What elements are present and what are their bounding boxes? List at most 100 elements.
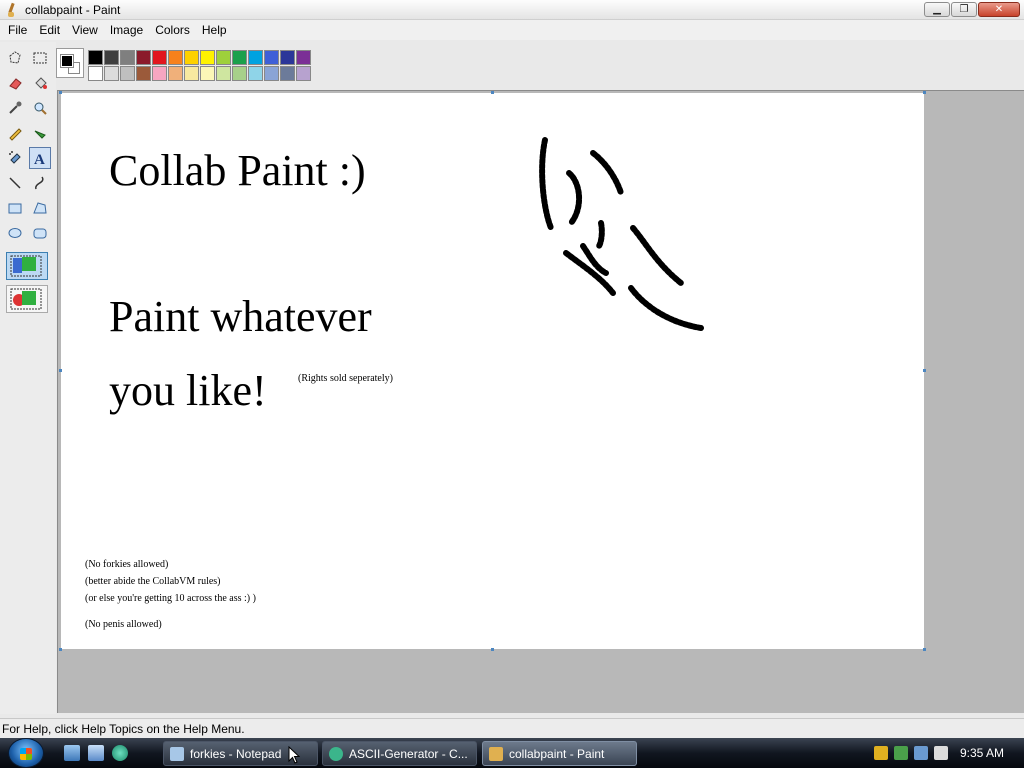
- mouse-cursor-icon: [288, 746, 300, 764]
- color-swatch[interactable]: [232, 50, 247, 65]
- transparent-option[interactable]: [6, 285, 48, 313]
- task-paint[interactable]: collabpaint - Paint: [482, 741, 637, 766]
- status-bar: For Help, click Help Topics on the Help …: [0, 718, 1024, 738]
- minimize-button[interactable]: ▁: [924, 2, 950, 17]
- drawing-canvas[interactable]: Collab Paint :) Paint whatever you like!…: [61, 93, 924, 649]
- menu-view[interactable]: View: [66, 23, 104, 37]
- color-swatch[interactable]: [264, 50, 279, 65]
- paint-app-icon: [5, 3, 19, 17]
- color-picker-icon[interactable]: [4, 97, 26, 119]
- menu-edit[interactable]: Edit: [33, 23, 66, 37]
- canvas-airbrush-drawing: [539, 137, 704, 331]
- color-swatch[interactable]: [168, 50, 183, 65]
- color-swatch[interactable]: [120, 50, 135, 65]
- task-label: collabpaint - Paint: [509, 746, 605, 761]
- color-swatch[interactable]: [200, 50, 215, 65]
- polygon-icon[interactable]: [29, 197, 51, 219]
- window-controls: ▁ ❐ ✕: [924, 2, 1020, 17]
- current-colors[interactable]: [56, 48, 84, 78]
- system-tray: 9:35 AM: [874, 738, 1024, 768]
- curve-icon[interactable]: [29, 172, 51, 194]
- canvas-handle[interactable]: [923, 91, 926, 94]
- canvas-handle[interactable]: [59, 91, 62, 94]
- notepad-icon: [170, 746, 184, 761]
- rect-select-icon[interactable]: [29, 47, 51, 69]
- color-swatch[interactable]: [184, 66, 199, 81]
- brush-icon[interactable]: [29, 122, 51, 144]
- window-title: collabpaint - Paint: [25, 2, 121, 17]
- volume-icon[interactable]: [934, 746, 948, 760]
- menu-file[interactable]: File: [2, 23, 33, 37]
- color-swatch[interactable]: [136, 66, 151, 81]
- show-desktop-icon[interactable]: [64, 745, 80, 761]
- foreground-color[interactable]: [60, 54, 74, 68]
- rectangle-icon[interactable]: [4, 197, 26, 219]
- canvas-note4-text: (No penis allowed): [85, 619, 162, 630]
- canvas-handle[interactable]: [923, 369, 926, 372]
- menu-help[interactable]: Help: [196, 23, 233, 37]
- title-bar: collabpaint - Paint ▁ ❐ ✕: [0, 0, 1024, 20]
- color-swatch[interactable]: [104, 66, 119, 81]
- paint-app-icon: [489, 746, 503, 761]
- canvas-note1-text: (No forkies allowed): [85, 559, 169, 570]
- opaque-option[interactable]: [6, 252, 48, 280]
- color-swatch[interactable]: [280, 66, 295, 81]
- canvas-handle[interactable]: [491, 648, 494, 651]
- browser-icon[interactable]: [112, 745, 128, 761]
- color-swatch[interactable]: [216, 66, 231, 81]
- network-icon[interactable]: [914, 746, 928, 760]
- menu-bar: File Edit View Image Colors Help: [0, 20, 1024, 40]
- windows-update-icon[interactable]: [894, 746, 908, 760]
- task-ascii-generator[interactable]: ASCII-Generator - C...: [322, 741, 477, 766]
- browser-icon: [329, 746, 343, 761]
- security-shield-icon[interactable]: [874, 746, 888, 760]
- ellipse-icon[interactable]: [4, 222, 26, 244]
- maximize-button[interactable]: ❐: [951, 2, 977, 17]
- color-swatch[interactable]: [184, 50, 199, 65]
- color-swatch[interactable]: [264, 66, 279, 81]
- color-swatch[interactable]: [248, 66, 263, 81]
- canvas-handle[interactable]: [59, 369, 62, 372]
- canvas-handle[interactable]: [59, 648, 62, 651]
- canvas-title-text: Collab Paint :): [109, 146, 366, 195]
- canvas-line2-text: Paint whatever: [109, 292, 372, 341]
- text-icon[interactable]: A: [29, 147, 51, 169]
- color-swatch[interactable]: [296, 50, 311, 65]
- canvas-handle[interactable]: [491, 91, 494, 94]
- color-swatch[interactable]: [168, 66, 183, 81]
- color-swatch[interactable]: [88, 50, 103, 65]
- canvas-note3-text: (or else you're getting 10 across the as…: [85, 593, 256, 604]
- close-button[interactable]: ✕: [978, 2, 1020, 17]
- color-swatch[interactable]: [280, 50, 295, 65]
- rounded-rect-icon[interactable]: [29, 222, 51, 244]
- magnifier-icon[interactable]: [29, 97, 51, 119]
- canvas-handle[interactable]: [923, 648, 926, 651]
- color-swatch[interactable]: [216, 50, 231, 65]
- line-icon[interactable]: [4, 172, 26, 194]
- swatch-grid: [88, 50, 311, 81]
- start-button[interactable]: [8, 738, 44, 768]
- pencil-icon[interactable]: [4, 122, 26, 144]
- fill-icon[interactable]: [29, 72, 51, 94]
- color-swatch[interactable]: [152, 66, 167, 81]
- color-swatch[interactable]: [136, 50, 151, 65]
- menu-colors[interactable]: Colors: [149, 23, 196, 37]
- toolbox: A: [0, 42, 56, 714]
- airbrush-icon[interactable]: [4, 147, 26, 169]
- color-swatch[interactable]: [88, 66, 103, 81]
- taskbar: forkies - Notepad ASCII-Generator - C...…: [0, 738, 1024, 768]
- clock[interactable]: 9:35 AM: [960, 746, 1004, 760]
- color-swatch[interactable]: [296, 66, 311, 81]
- color-swatch[interactable]: [152, 50, 167, 65]
- color-swatch[interactable]: [104, 50, 119, 65]
- color-swatch[interactable]: [200, 66, 215, 81]
- window-switcher-icon[interactable]: [88, 745, 104, 761]
- color-swatch[interactable]: [232, 66, 247, 81]
- task-label: forkies - Notepad: [190, 746, 282, 761]
- free-select-icon[interactable]: [4, 47, 26, 69]
- task-label: ASCII-Generator - C...: [349, 746, 468, 761]
- eraser-icon[interactable]: [4, 72, 26, 94]
- color-swatch[interactable]: [120, 66, 135, 81]
- menu-image[interactable]: Image: [104, 23, 149, 37]
- color-swatch[interactable]: [248, 50, 263, 65]
